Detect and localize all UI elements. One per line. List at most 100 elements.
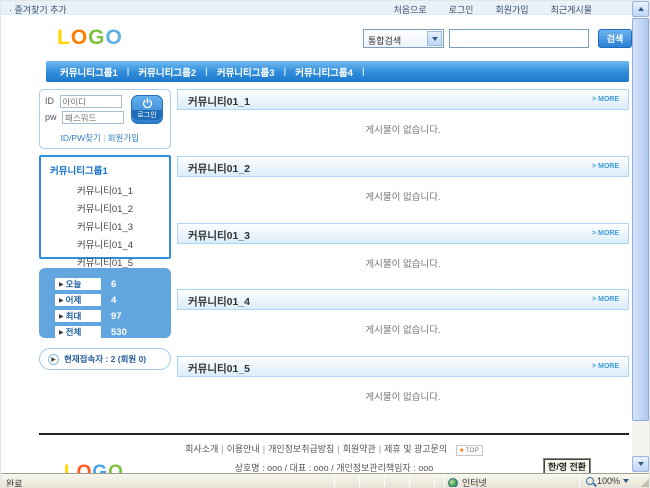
pw-row: pw — [45, 111, 124, 124]
nav-item-group4[interactable]: 커뮤니티그룹4 — [295, 65, 353, 79]
stat-row-yesterday: ▶어제 4 — [55, 292, 171, 308]
community-section-5: 커뮤니티01_5 > MORE 게시물이 없습니다. — [177, 356, 629, 377]
section-title: 커뮤니티01_3 — [188, 228, 250, 243]
community-section-3: 커뮤니티01_3 > MORE 게시물이 없습니다. — [177, 223, 629, 244]
section-title: 커뮤니티01_1 — [188, 94, 250, 109]
footer-logo: LOGO — [64, 462, 124, 473]
status-divider — [444, 475, 445, 488]
add-favorite-link[interactable]: · 즐겨찾기 추가 — [9, 3, 67, 16]
browser-status-bar: 완료 인터넷 100% — [1, 473, 650, 488]
logo-letter: O — [108, 462, 124, 473]
login-link[interactable]: 로그인 — [449, 3, 474, 16]
arrow-up-icon — [638, 7, 644, 11]
status-divider — [434, 475, 435, 488]
footer-link-guide[interactable]: 이용안내 — [227, 444, 260, 454]
security-zone: 인터넷 — [448, 476, 487, 488]
more-link[interactable]: > MORE — [592, 230, 619, 237]
logo-letter: O — [71, 26, 88, 49]
sidebar-menu-title: 커뮤니티그룹1 — [50, 163, 108, 177]
site-logo[interactable]: LOGO — [57, 26, 123, 50]
nav-item-group1[interactable]: 커뮤니티그룹1 — [60, 65, 118, 79]
login-links-separator: | — [103, 133, 105, 143]
nav-item-group3[interactable]: 커뮤니티그룹3 — [217, 65, 275, 79]
logo-letter: L — [64, 462, 77, 473]
vertical-scrollbar[interactable] — [632, 1, 649, 473]
nav-separator: | — [362, 66, 365, 77]
stat-value: 530 — [111, 327, 127, 338]
login-button[interactable]: 로그인 — [131, 95, 163, 124]
sidebar-item-community01-4[interactable]: 커뮤니티01_4 — [41, 237, 169, 255]
internet-globe-icon — [448, 478, 458, 488]
main-column: 커뮤니티01_1 > MORE 게시물이 없습니다. 커뮤니티01_2 > MO… — [177, 89, 629, 429]
section-title: 커뮤니티01_2 — [188, 161, 250, 176]
sidebar-menu: 커뮤니티그룹1 커뮤니티01_1 커뮤니티01_2 커뮤니티01_3 커뮤니티0… — [39, 155, 171, 259]
sidebar-item-community01-1[interactable]: 커뮤니티01_1 — [41, 183, 169, 201]
more-link[interactable]: > MORE — [592, 296, 619, 303]
nav-item-group2[interactable]: 커뮤니티그룹2 — [138, 65, 196, 79]
search-button[interactable]: 검색 — [598, 29, 632, 48]
scroll-up-button[interactable] — [632, 1, 649, 17]
section-title: 커뮤니티01_4 — [188, 294, 250, 309]
stat-value: 97 — [111, 311, 122, 322]
signup-link[interactable]: 회원가입 — [108, 133, 139, 143]
more-link[interactable]: > MORE — [592, 363, 619, 370]
status-divider — [334, 475, 335, 488]
scrollbar-thumb[interactable] — [632, 18, 649, 421]
section-header: 커뮤니티01_5 > MORE — [177, 356, 629, 377]
login-button-label: 로그인 — [132, 110, 162, 120]
id-field[interactable] — [60, 95, 122, 108]
chevron-down-icon[interactable] — [427, 31, 442, 46]
stat-label: 오늘 — [66, 278, 82, 290]
section-header: 커뮤니티01_4 > MORE — [177, 289, 629, 310]
back-to-top-button[interactable]: ● TOP — [456, 445, 483, 456]
search-scope-value: 통합검색 — [368, 34, 401, 47]
id-label: ID — [45, 96, 54, 106]
empty-message: 게시물이 없습니다. — [177, 322, 629, 336]
join-link[interactable]: 회원가입 — [495, 3, 528, 16]
lang-toggle-button[interactable]: 한/영 전환 — [544, 459, 590, 473]
section-header: 커뮤니티01_3 > MORE — [177, 223, 629, 244]
zoom-control[interactable]: 100% — [586, 476, 629, 486]
stat-row-max: ▶최대 97 — [55, 308, 171, 324]
home-link[interactable]: 처음으로 — [394, 3, 427, 16]
more-link[interactable]: > MORE — [592, 163, 619, 170]
pw-field[interactable] — [62, 111, 124, 124]
search-scope-select[interactable]: 통합검색 — [363, 29, 444, 48]
footer-links: 회사소개|이용안내|개인정보취급방침|회원약관|제휴 및 광고문의 ● TOP — [39, 442, 629, 456]
recent-posts-link[interactable]: 최근게시물 — [551, 3, 592, 16]
zoom-dropdown-icon[interactable] — [623, 479, 629, 483]
more-link[interactable]: > MORE — [592, 96, 619, 103]
footer-link-ads[interactable]: 제휴 및 광고문의 — [384, 444, 447, 454]
top-dot-icon: ● — [460, 447, 464, 454]
footer-link-privacy[interactable]: 개인정보취급방침 — [268, 444, 334, 454]
arrow-down-icon — [638, 462, 644, 466]
stat-value: 4 — [111, 295, 116, 306]
search-input[interactable] — [449, 29, 589, 48]
scroll-down-button[interactable] — [632, 456, 649, 472]
find-idpw-link[interactable]: ID/PW찾기 — [61, 133, 101, 143]
community-section-4: 커뮤니티01_4 > MORE 게시물이 없습니다. — [177, 289, 629, 310]
main-nav: 커뮤니티그룹1 | 커뮤니티그룹2 | 커뮤니티그룹3 | 커뮤니티그룹4 | — [46, 61, 629, 82]
sidebar-item-community01-2[interactable]: 커뮤니티01_2 — [41, 201, 169, 219]
bullet-arrow-icon: ▶ — [59, 313, 64, 320]
status-text: 완료 — [6, 477, 23, 488]
footer-divider — [39, 433, 629, 435]
logo-letter: L — [57, 26, 71, 49]
stat-label-chip: ▶전체 — [55, 326, 101, 338]
footer-link-terms[interactable]: 회원약관 — [343, 444, 376, 454]
magnifier-icon — [586, 477, 594, 485]
page-content: · 즐겨찾기 추가 처음으로 로그인 회원가입 최근게시물 LOGO 통합검색 … — [1, 1, 634, 473]
stat-label: 전체 — [66, 326, 82, 338]
section-header: 커뮤니티01_1 > MORE — [177, 89, 629, 110]
power-icon — [142, 98, 153, 109]
logo-letter: G — [92, 462, 108, 473]
status-divider — [579, 475, 580, 488]
utility-links: 처음으로 로그인 회원가입 최근게시물 — [394, 3, 593, 16]
sidebar-item-community01-3[interactable]: 커뮤니티01_3 — [41, 219, 169, 237]
resize-grip[interactable] — [641, 479, 649, 487]
logo-letter: O — [106, 26, 123, 49]
footer-link-company[interactable]: 회사소개 — [185, 444, 218, 454]
stat-label: 어제 — [66, 294, 82, 306]
nav-separator: | — [205, 66, 208, 77]
stat-label-chip: ▶최대 — [55, 310, 101, 322]
